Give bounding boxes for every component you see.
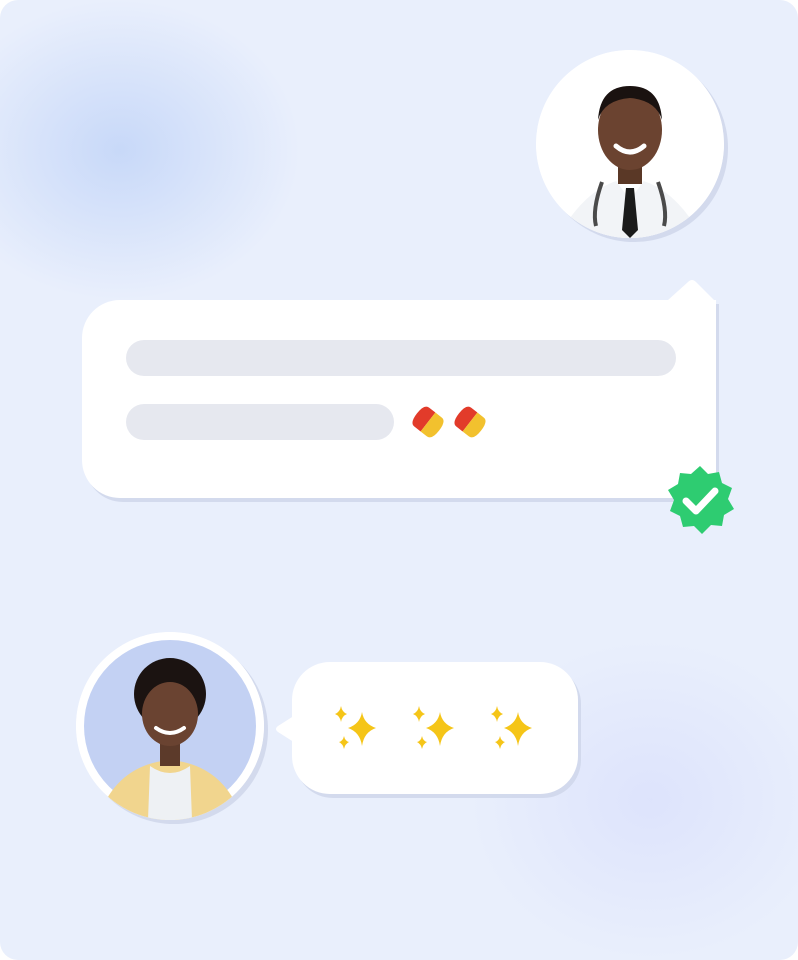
sparkles-icon bbox=[491, 706, 532, 749]
pill-icon bbox=[454, 406, 486, 438]
pill-icon bbox=[412, 406, 444, 438]
verified-badge-icon bbox=[668, 466, 734, 534]
patient-message-bubble bbox=[292, 662, 578, 794]
message-placeholder-line bbox=[126, 404, 394, 440]
message-placeholder-line bbox=[126, 340, 676, 376]
sparkles-icon bbox=[413, 706, 454, 749]
patient-avatar bbox=[76, 632, 264, 820]
doctor-message-bubble bbox=[82, 300, 716, 498]
chat-illustration-card bbox=[0, 0, 798, 960]
background-glow bbox=[0, 0, 300, 300]
doctor-avatar bbox=[536, 50, 724, 238]
sparkles-icon bbox=[335, 706, 376, 749]
